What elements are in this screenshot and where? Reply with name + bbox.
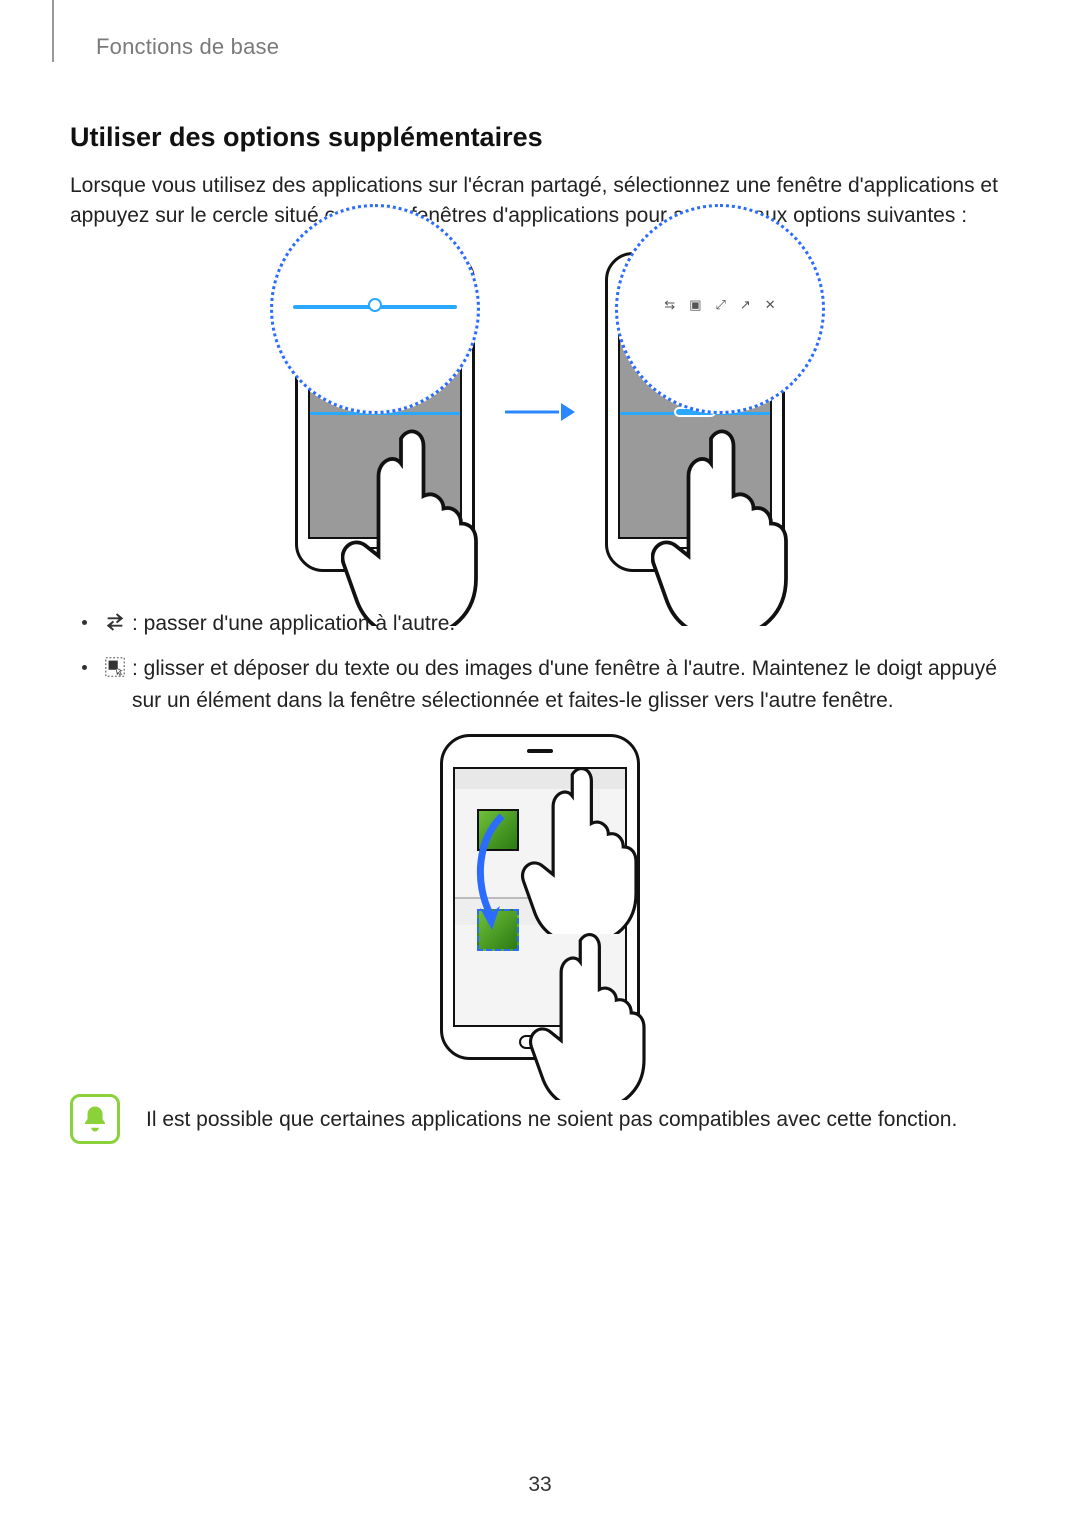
compatibility-note: Il est possible que certaines applicatio… [70,1094,1010,1144]
illustration-phone-right: ⇆ ▣ ⤢ ↗ ✕ [605,252,785,572]
swap-icon [104,611,126,633]
option-swap-text: : passer d'une application à l'autre. [132,612,455,635]
note-bell-icon [70,1094,120,1144]
options-list: : passer d'une application à l'autre. : … [82,608,1010,717]
swap-mini-icon: ⇆ [664,297,675,313]
magnifier-circle-left [270,204,480,414]
arrow-right-icon [505,402,575,422]
drag-mini-icon: ▣ [689,297,701,313]
hand-pointer-icon [510,764,660,934]
bullet-dot [82,620,87,625]
maximize-mini-icon: ⤢ [715,297,725,313]
bullet-dot [82,665,87,670]
option-drag-drop: : glisser et déposer du texte ou des ima… [82,653,1010,716]
page-number: 33 [0,1473,1080,1497]
drag-arrow-icon [468,810,514,930]
hand-pointer-icon [518,930,668,1100]
option-drag-text: : glisser et déposer du texte ou des ima… [132,657,997,712]
note-text: Il est possible que certaines applicatio… [146,1105,957,1134]
intro-paragraph: Lorsque vous utilisez des applications s… [70,171,1010,232]
section-label: Fonctions de base [96,34,279,60]
figure-drag-drop [70,734,1010,1060]
header-rule [52,0,54,62]
figure-split-screen-options: ⇆ ▣ ⤢ ↗ ✕ [70,252,1010,572]
option-swap: : passer d'une application à l'autre. [82,608,1010,640]
illustration-phone-left [295,252,475,572]
drag-content-icon [104,656,126,678]
popout-mini-icon: ↗ [740,297,751,313]
page-heading: Utiliser des options supplémentaires [70,122,1010,153]
close-mini-icon: ✕ [765,297,776,313]
magnifier-circle-right: ⇆ ▣ ⤢ ↗ ✕ [615,204,825,414]
